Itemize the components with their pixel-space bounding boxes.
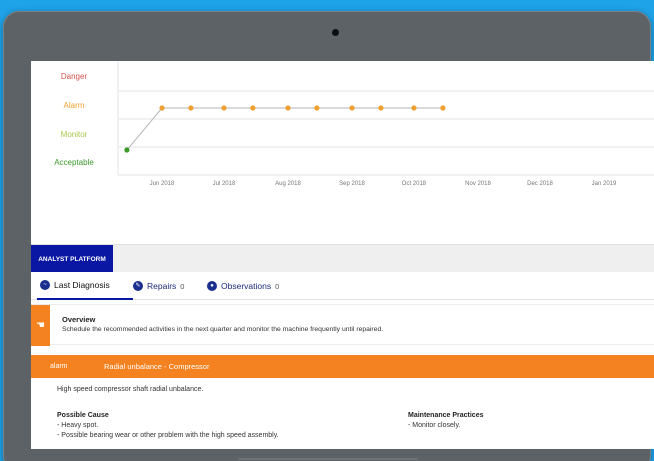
diagnosis-tabs: ~ Last Diagnosis ✎ Repairs 0 ● Observati…: [31, 272, 654, 300]
tab-label: Observations: [221, 281, 272, 291]
x-tick-label: Jan 2019: [591, 181, 617, 187]
y-tick-label: Monitor: [60, 130, 88, 139]
x-tick-label: Aug 2018: [275, 181, 301, 187]
maintenance-practices-title: Maintenance Practices: [408, 412, 484, 419]
cause-item: - Heavy spot.: [57, 422, 99, 429]
eye-icon: ●: [207, 281, 217, 291]
data-point: [188, 105, 194, 111]
data-point: [378, 105, 384, 111]
repairs-count: 0: [180, 281, 185, 291]
thumbs-icon: ☚: [31, 305, 50, 346]
chart-canvas: [117, 61, 654, 176]
trend-icon: ~: [40, 280, 50, 290]
y-tick-label: Danger: [60, 72, 88, 81]
tab-last-diagnosis[interactable]: ~ Last Diagnosis: [37, 272, 133, 300]
x-tick-label: Oct 2018: [401, 181, 427, 187]
cause-item: - Possible bearing wear or other problem…: [57, 432, 279, 439]
data-point: [349, 105, 355, 111]
camera-icon: [332, 29, 339, 36]
tab-label: Last Diagnosis: [54, 280, 110, 290]
x-tick-label: Dec 2018: [527, 181, 553, 187]
tab-observations[interactable]: ● Observations 0: [207, 272, 279, 300]
data-point: [221, 105, 227, 111]
observations-count: 0: [275, 281, 280, 291]
diagnosis-description: High speed compressor shaft radial unbal…: [57, 386, 204, 393]
diagnosis-title: Radial unbalance - Compressor: [104, 362, 210, 371]
data-point: [440, 105, 446, 111]
tab-label: Repairs: [147, 281, 177, 291]
data-point: [250, 105, 256, 111]
overview-title: Overview: [62, 315, 96, 324]
tablet-frame: Acceptable Monitor Alarm Danger Jun 2018 Jul…: [3, 11, 654, 461]
x-tick-label: Sep 2018: [339, 181, 365, 187]
x-tick-label: Jul 2018: [212, 181, 236, 187]
x-tick-label: Jun 2018: [149, 181, 175, 187]
data-point: [411, 105, 417, 111]
x-tick-label: Nov 2018: [465, 181, 491, 187]
app-screen: Acceptable Monitor Alarm Danger Jun 2018 Jul…: [31, 61, 654, 449]
diagnosis-header[interactable]: alarm Radial unbalance - Compressor: [31, 355, 654, 378]
data-point: [314, 105, 320, 111]
platform-bar: ANALYST PLATFORM: [31, 244, 654, 273]
possible-cause-title: Possible Cause: [57, 412, 109, 419]
data-point: [124, 147, 130, 153]
y-tick-label: Alarm: [63, 101, 85, 110]
severity-badge: alarm: [50, 363, 68, 370]
home-indicator: [238, 458, 418, 460]
analyst-platform-button[interactable]: ANALYST PLATFORM: [31, 245, 113, 273]
wrench-icon: ✎: [133, 281, 143, 291]
y-tick-label: Acceptable: [54, 158, 94, 167]
practice-item: - Monitor closely.: [408, 422, 461, 429]
series-line: [126, 107, 443, 151]
overview-text: Schedule the recommended activities in t…: [62, 326, 384, 333]
overview-panel: ☚ Overview Schedule the recommended acti…: [31, 304, 654, 346]
tab-repairs[interactable]: ✎ Repairs 0: [133, 272, 184, 300]
data-point: [285, 105, 291, 111]
data-point: [159, 105, 165, 111]
condition-trend-chart: Acceptable Monitor Alarm Danger Jun 2018 Jul…: [31, 61, 654, 231]
